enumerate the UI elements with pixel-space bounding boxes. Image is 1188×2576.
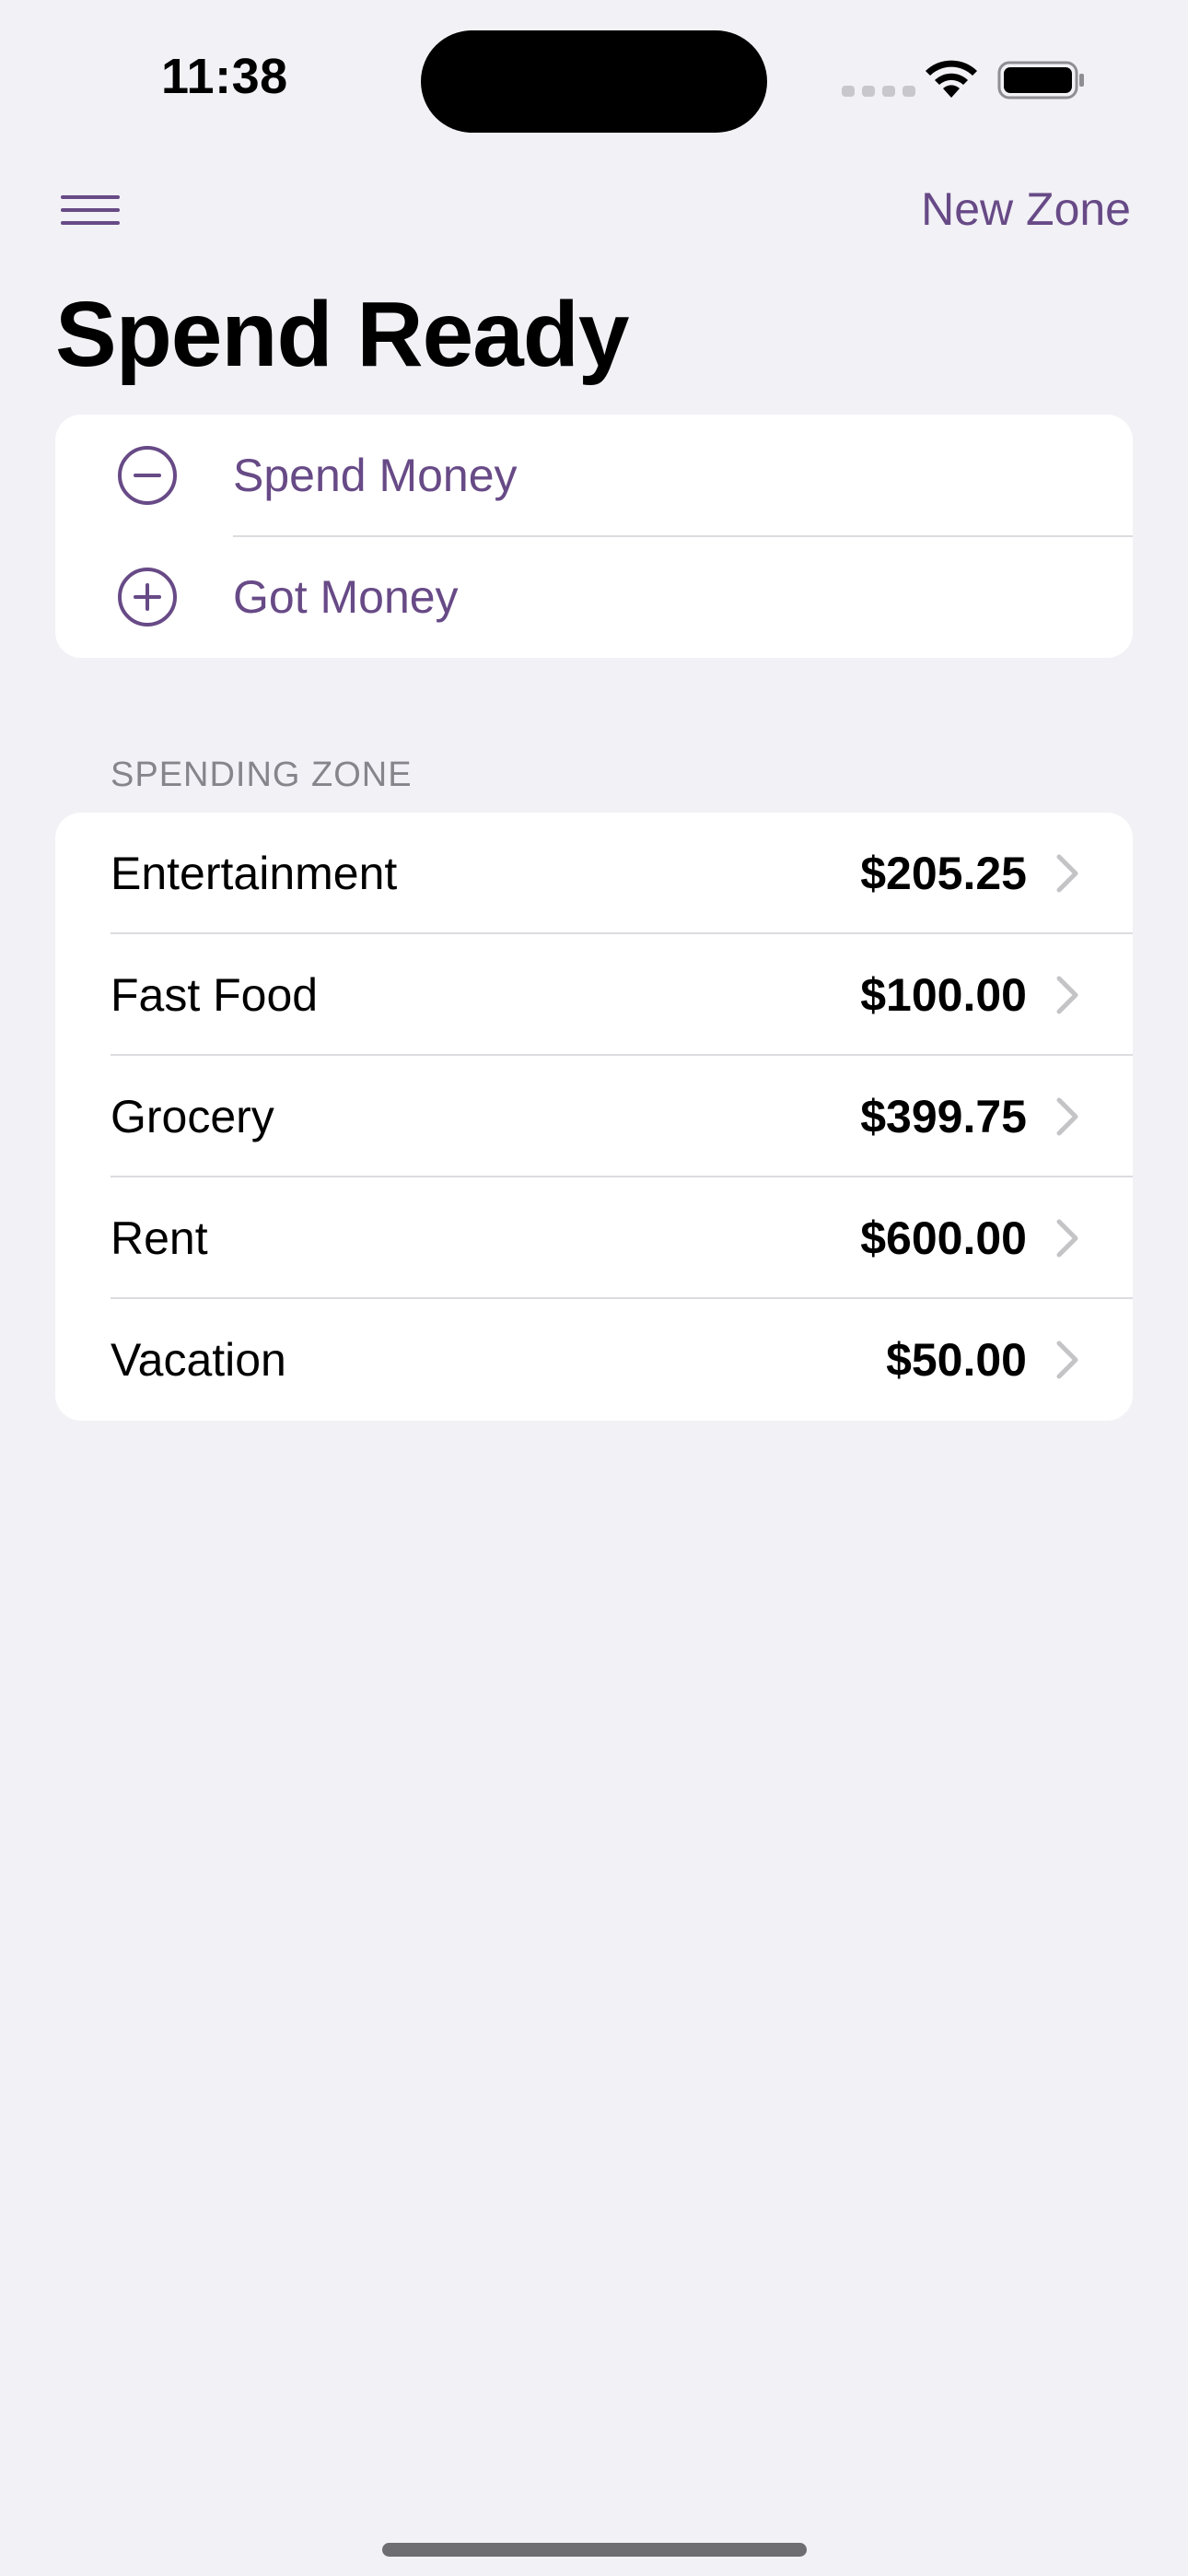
cellular-signal-icon [842,86,915,97]
chevron-right-icon [1056,1219,1078,1258]
zone-amount: $399.75 [860,1091,1027,1142]
chevron-right-icon [1056,854,1078,893]
zone-name: Entertainment [111,848,398,899]
minus-circle-icon [118,446,177,505]
zone-name: Rent [111,1212,208,1264]
zone-name: Grocery [111,1091,274,1142]
zone-row-vacation[interactable]: Vacation $50.00 [55,1299,1133,1421]
zone-amount: $205.25 [860,848,1027,899]
chevron-right-icon [1056,1341,1078,1379]
menu-button[interactable] [55,184,129,240]
page-title: Spend Ready [55,283,629,386]
got-money-button[interactable]: Got Money [55,536,1133,658]
zone-amount: $50.00 [886,1334,1027,1386]
spending-zone-list: Entertainment $205.25 Fast Food $100.00 … [55,813,1133,1421]
chevron-right-icon [1056,1097,1078,1136]
new-zone-button[interactable]: New Zone [921,182,1131,236]
zone-row-entertainment[interactable]: Entertainment $205.25 [55,813,1133,934]
zone-name: Fast Food [111,969,319,1021]
plus-circle-icon [118,568,177,626]
spend-money-button[interactable]: Spend Money [55,415,1133,537]
zone-row-rent[interactable]: Rent $600.00 [55,1177,1133,1299]
zone-amount: $600.00 [860,1212,1027,1264]
got-money-label: Got Money [233,571,459,623]
wifi-icon [926,60,977,98]
status-bar: 11:38 [0,0,1188,157]
zone-amount: $100.00 [860,969,1027,1021]
actions-card: Spend Money Got Money [55,415,1133,658]
spending-zone-header: SPENDING ZONE [111,755,413,794]
chevron-right-icon [1056,976,1078,1014]
battery-icon [997,61,1084,100]
spend-money-label: Spend Money [233,450,518,501]
home-indicator[interactable] [382,2543,807,2557]
status-time: 11:38 [161,49,288,104]
dynamic-island [421,30,767,133]
hamburger-menu-icon [61,195,120,225]
zone-row-grocery[interactable]: Grocery $399.75 [55,1056,1133,1177]
zone-name: Vacation [111,1334,286,1386]
zone-row-fast-food[interactable]: Fast Food $100.00 [55,934,1133,1056]
